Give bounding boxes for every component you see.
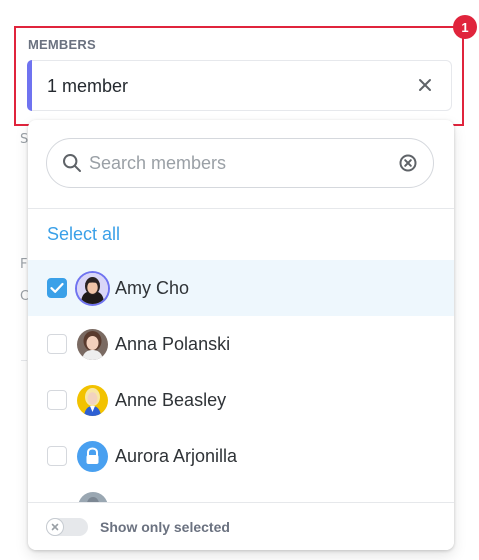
members-dropdown: Search members Select all Amy Cho Anna P… bbox=[28, 120, 454, 550]
members-list: Amy Cho Anna Polanski Anne Beasley Auror… bbox=[28, 260, 454, 500]
member-checkbox[interactable] bbox=[47, 446, 67, 466]
dropdown-footer: Show only selected bbox=[28, 502, 454, 550]
search-icon bbox=[62, 153, 82, 173]
search-divider bbox=[28, 208, 454, 209]
member-name: Anne Beasley bbox=[115, 389, 227, 410]
avatar bbox=[77, 384, 108, 416]
input-accent-bar bbox=[27, 60, 32, 111]
search-members-input[interactable]: Search members bbox=[46, 138, 434, 188]
member-checkbox[interactable] bbox=[47, 390, 67, 410]
member-name: Amy Cho bbox=[115, 277, 190, 298]
avatar bbox=[77, 272, 108, 304]
member-name: Anna Polanski bbox=[115, 333, 231, 354]
show-only-selected-toggle[interactable] bbox=[46, 517, 88, 536]
member-row-anne-beasley[interactable]: Anne Beasley bbox=[28, 372, 454, 428]
toggle-knob bbox=[47, 518, 63, 535]
clear-circle-icon[interactable] bbox=[399, 154, 417, 172]
members-field-label: MEMBERS bbox=[28, 37, 96, 52]
background-label-fragment: F bbox=[20, 257, 28, 272]
search-placeholder: Search members bbox=[89, 153, 227, 173]
avatar bbox=[77, 328, 108, 360]
members-selected-value: 1 member bbox=[47, 76, 129, 96]
member-row-anna-polanski[interactable]: Anna Polanski bbox=[28, 316, 454, 372]
step-badge: 1 bbox=[453, 15, 477, 39]
close-icon[interactable] bbox=[415, 75, 435, 95]
background-divider bbox=[21, 360, 27, 361]
user-placeholder-icon bbox=[77, 440, 108, 472]
members-filter-screen: S F C MEMBERS 1 member 1 Search members bbox=[0, 0, 479, 560]
member-checkbox[interactable] bbox=[47, 334, 67, 354]
members-select-input[interactable]: 1 member bbox=[27, 60, 452, 111]
member-checkbox[interactable] bbox=[47, 278, 67, 298]
select-all-link[interactable]: Select all bbox=[47, 224, 120, 245]
member-row-amy-cho[interactable]: Amy Cho bbox=[28, 260, 454, 316]
member-row-aurora-arjonilla[interactable]: Aurora Arjonilla bbox=[28, 428, 454, 484]
show-only-selected-label: Show only selected bbox=[100, 518, 230, 535]
member-name: Aurora Arjonilla bbox=[115, 445, 238, 466]
